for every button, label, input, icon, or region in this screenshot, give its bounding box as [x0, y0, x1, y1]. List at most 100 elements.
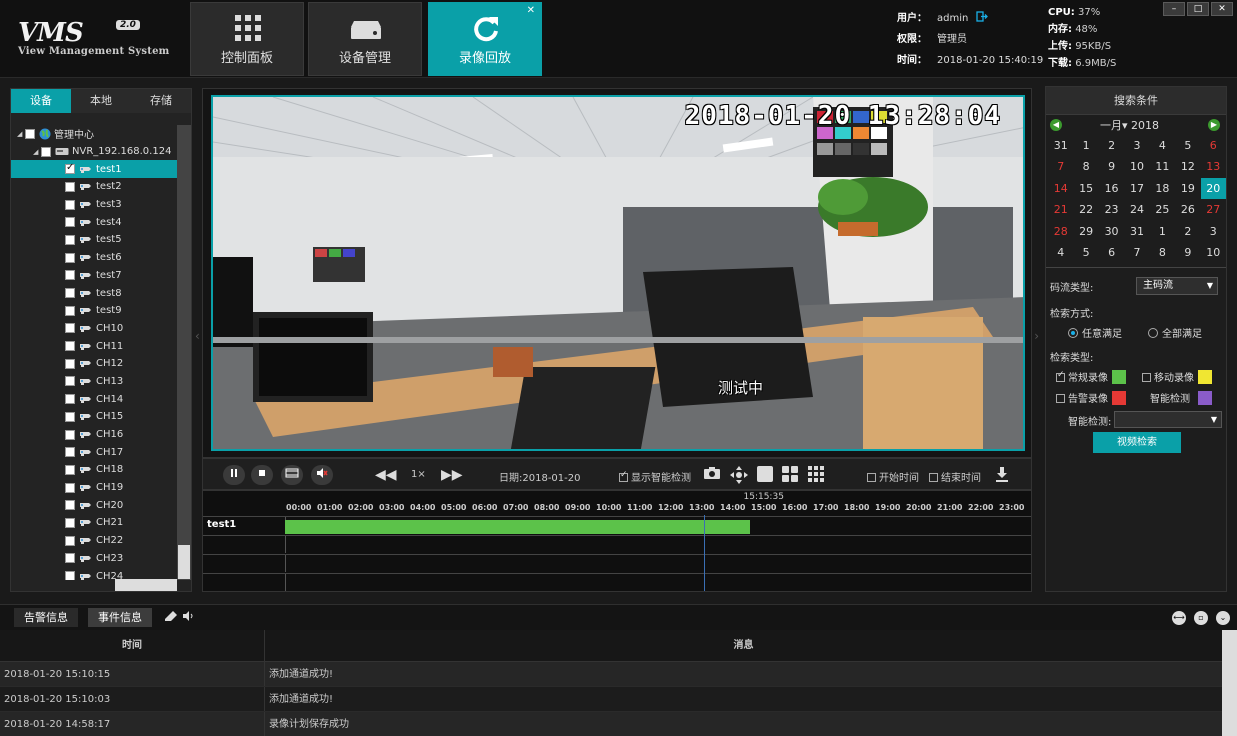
calendar-day[interactable]: 8	[1150, 242, 1175, 263]
calendar-day[interactable]: 12	[1175, 156, 1200, 177]
checkbox[interactable]	[1142, 373, 1151, 382]
tab-playback[interactable]: 录像回放 ✕	[428, 2, 542, 76]
timeline-row[interactable]	[203, 535, 1031, 553]
checkbox[interactable]	[65, 323, 75, 334]
checkbox[interactable]	[65, 288, 75, 299]
show-smart-toggle[interactable]: 显示智能检测	[619, 469, 691, 484]
checkbox[interactable]	[65, 500, 75, 511]
tree-channel-item[interactable]: test7	[11, 267, 177, 285]
table-row[interactable]: 2018-01-20 14:58:17 录像计划保存成功	[0, 712, 1222, 736]
tree-channel-item[interactable]: test2	[11, 178, 177, 196]
calendar-day[interactable]: 2	[1175, 221, 1200, 242]
speaker-icon[interactable]	[182, 610, 194, 625]
calendar-day[interactable]: 28	[1048, 221, 1073, 242]
calendar-day[interactable]: 27	[1201, 199, 1226, 220]
checkbox[interactable]	[65, 394, 75, 405]
tab-control-panel[interactable]: 控制面板	[190, 2, 304, 76]
checkbox[interactable]	[65, 429, 75, 440]
timeline[interactable]: 15:15:35 00:00 01:00 02:00 03:00 04:00 05:00 0…	[202, 490, 1032, 592]
video-search-button[interactable]: 视频检索	[1093, 432, 1181, 453]
download-icon[interactable]	[993, 466, 1011, 484]
table-row[interactable]: 2018-01-20 15:10:15 添加通道成功!	[0, 662, 1222, 687]
calendar-day[interactable]: 9	[1099, 156, 1124, 177]
next-arrow-icon[interactable]: ›	[1034, 329, 1039, 343]
checkbox[interactable]	[65, 535, 75, 546]
checkbox[interactable]	[65, 305, 75, 316]
rewind-icon[interactable]: ◀◀	[375, 466, 397, 484]
timeline-row[interactable]: test1	[203, 516, 1031, 534]
calendar-day[interactable]: 7	[1048, 156, 1073, 177]
tree-channel-item[interactable]: CH17	[11, 443, 177, 461]
checkbox[interactable]	[65, 517, 75, 528]
tree-channel-item[interactable]: CH13	[11, 373, 177, 391]
minimize-button[interactable]: –	[1163, 2, 1185, 16]
calendar-day[interactable]: 24	[1124, 199, 1149, 220]
checkbox[interactable]	[65, 447, 75, 458]
clip-button[interactable]	[281, 465, 303, 485]
tree-channel-item[interactable]: test9	[11, 302, 177, 320]
tab-storage[interactable]: 存储	[131, 89, 191, 113]
smart-detect-select[interactable]: ▼	[1114, 411, 1222, 428]
calendar-day[interactable]: 15	[1073, 178, 1098, 199]
tree-scrollbar[interactable]	[177, 125, 191, 580]
column-message[interactable]: 消息	[265, 630, 1222, 661]
checkbox[interactable]	[65, 482, 75, 493]
radio-any[interactable]: 任意满足	[1068, 325, 1122, 340]
timeline-cursor[interactable]	[703, 515, 705, 591]
tree-channel-item[interactable]: CH11	[11, 337, 177, 355]
calendar-day[interactable]: 4	[1150, 135, 1175, 156]
calendar-day[interactable]: 21	[1048, 199, 1073, 220]
calendar-day[interactable]: 23	[1099, 199, 1124, 220]
timeline-row[interactable]	[203, 573, 1031, 591]
calendar-day[interactable]: 10	[1124, 156, 1149, 177]
tree-nvr[interactable]: ◢ NVR_192.168.0.124	[11, 143, 177, 161]
calendar-day[interactable]: 26	[1175, 199, 1200, 220]
layout-9-icon[interactable]	[807, 466, 825, 484]
calendar-day[interactable]: 31	[1124, 221, 1149, 242]
checkbox[interactable]	[65, 199, 75, 210]
collapse-arrow-icon[interactable]: ◢	[17, 130, 25, 138]
checkbox[interactable]	[65, 464, 75, 475]
calendar-day[interactable]: 10	[1201, 242, 1226, 263]
tree-channel-item[interactable]: CH10	[11, 320, 177, 338]
tab-device-management[interactable]: 设备管理	[308, 2, 422, 76]
calendar-day[interactable]: 29	[1073, 221, 1098, 242]
calendar-day[interactable]: 4	[1048, 242, 1073, 263]
calendar-day[interactable]: 5	[1175, 135, 1200, 156]
tree-channel-item[interactable]: CH23	[11, 550, 177, 568]
calendar-day[interactable]: 6	[1201, 135, 1226, 156]
next-month-icon[interactable]: ▶	[1208, 119, 1220, 131]
tree-channel-item[interactable]: CH15	[11, 408, 177, 426]
checkbox[interactable]	[65, 553, 75, 564]
checkbox[interactable]	[65, 252, 75, 263]
checkbox[interactable]	[65, 181, 75, 192]
calendar-day[interactable]: 18	[1150, 178, 1175, 199]
calendar-day[interactable]: 3	[1124, 135, 1149, 156]
calendar-day[interactable]: 17	[1124, 178, 1149, 199]
prev-month-icon[interactable]: ◀	[1050, 119, 1062, 131]
tree-channel-item[interactable]: CH12	[11, 355, 177, 373]
tree-horizontal-scrollbar[interactable]	[115, 579, 177, 591]
calendar-day[interactable]: 6	[1099, 242, 1124, 263]
calendar-day[interactable]: 30	[1099, 221, 1124, 242]
prev-arrow-icon[interactable]: ‹	[195, 329, 200, 343]
stream-type-select[interactable]: 主码流 ▼	[1136, 277, 1218, 295]
tree-channel-item[interactable]: test8	[11, 284, 177, 302]
type-motion[interactable]: 移动录像	[1142, 369, 1212, 384]
calendar-year[interactable]: 2018	[1131, 119, 1159, 132]
tree-root[interactable]: ◢ 管理中心	[11, 125, 177, 143]
table-row[interactable]: 2018-01-20 15:10:03 添加通道成功!	[0, 687, 1222, 712]
checkbox[interactable]	[65, 376, 75, 387]
scroll-thumb[interactable]	[178, 545, 190, 579]
radio-all[interactable]: 全部满足	[1148, 325, 1202, 340]
calendar-day[interactable]: 3	[1201, 221, 1226, 242]
tree-channel-item[interactable]: CH20	[11, 496, 177, 514]
calendar-day[interactable]: 13	[1201, 156, 1226, 177]
calendar-day[interactable]: 31	[1048, 135, 1073, 156]
type-normal[interactable]: 常规录像	[1056, 369, 1126, 384]
tree-channel-item[interactable]: CH22	[11, 532, 177, 550]
broom-icon[interactable]	[164, 610, 178, 625]
calendar-day[interactable]: 16	[1099, 178, 1124, 199]
video-view[interactable]: 2018-01-20 13:28:04 测试中	[211, 95, 1025, 451]
type-alarm[interactable]: 告警录像	[1056, 390, 1126, 405]
